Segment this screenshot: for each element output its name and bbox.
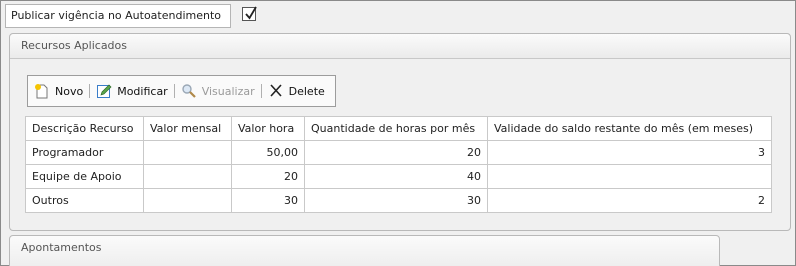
table-header-row: Descrição Recurso Valor mensal Valor hor…: [25, 116, 772, 141]
cell-valor-mensal: [143, 164, 232, 189]
publish-checkbox[interactable]: [242, 6, 257, 21]
cell-descricao: Programador: [25, 140, 144, 165]
cell-validade-saldo: 2: [487, 188, 772, 213]
cell-valor-mensal: [143, 188, 232, 213]
publish-label: Publicar vigência no Autoatendimento: [5, 4, 231, 28]
cell-validade-saldo: 3: [487, 140, 772, 165]
table-row[interactable]: Outros 30 30 2: [25, 188, 772, 213]
window-frame: Publicar vigência no Autoatendimento Rec…: [0, 0, 796, 266]
table-row[interactable]: Equipe de Apoio 20 40: [25, 164, 772, 189]
modificar-label: Modificar: [117, 84, 168, 98]
cell-quantidade-horas: 20: [304, 140, 488, 165]
cell-valor-hora: 50,00: [231, 140, 305, 165]
magnifier-icon: [181, 83, 197, 99]
new-document-icon: [34, 83, 50, 99]
cell-validade-saldo: [487, 164, 772, 189]
column-header-descricao[interactable]: Descrição Recurso: [25, 116, 144, 141]
delete-button[interactable]: Delete: [268, 81, 325, 101]
cell-quantidade-horas: 30: [304, 188, 488, 213]
table-row[interactable]: Programador 50,00 20 3: [25, 140, 772, 165]
checkmark-icon: [245, 6, 257, 20]
novo-label: Novo: [55, 84, 84, 98]
cell-descricao: Outros: [25, 188, 144, 213]
modificar-button[interactable]: Modificar: [96, 81, 168, 101]
cell-valor-mensal: [143, 140, 232, 165]
toolbar-separator: [89, 84, 91, 98]
cell-descricao: Equipe de Apoio: [25, 164, 144, 189]
cell-valor-hora: 20: [231, 164, 305, 189]
recursos-aplicados-panel: Recursos Aplicados Novo Modificar Visual…: [9, 33, 791, 231]
cell-quantidade-horas: 40: [304, 164, 488, 189]
novo-button[interactable]: Novo: [34, 81, 83, 101]
column-header-quantidade-horas[interactable]: Quantidade de horas por mês: [304, 116, 488, 141]
apontamentos-panel[interactable]: Apontamentos: [9, 235, 720, 266]
toolbar: Novo Modificar Visualizar Delete: [27, 75, 336, 107]
toolbar-separator: [260, 84, 262, 98]
column-header-validade-saldo[interactable]: Validade do saldo restante do mês (em me…: [487, 116, 772, 141]
delete-label: Delete: [288, 84, 325, 98]
close-icon: [268, 83, 284, 99]
panel-title: Recursos Aplicados: [10, 34, 790, 59]
visualizar-button[interactable]: Visualizar: [181, 81, 255, 101]
edit-icon: [96, 83, 112, 99]
column-header-valor-mensal[interactable]: Valor mensal: [143, 116, 232, 141]
column-header-valor-hora[interactable]: Valor hora: [231, 116, 305, 141]
cell-valor-hora: 30: [231, 188, 305, 213]
visualizar-label: Visualizar: [201, 84, 255, 98]
recursos-table: Descrição Recurso Valor mensal Valor hor…: [25, 116, 772, 213]
panel-title: Apontamentos: [21, 241, 102, 254]
toolbar-separator: [173, 84, 175, 98]
